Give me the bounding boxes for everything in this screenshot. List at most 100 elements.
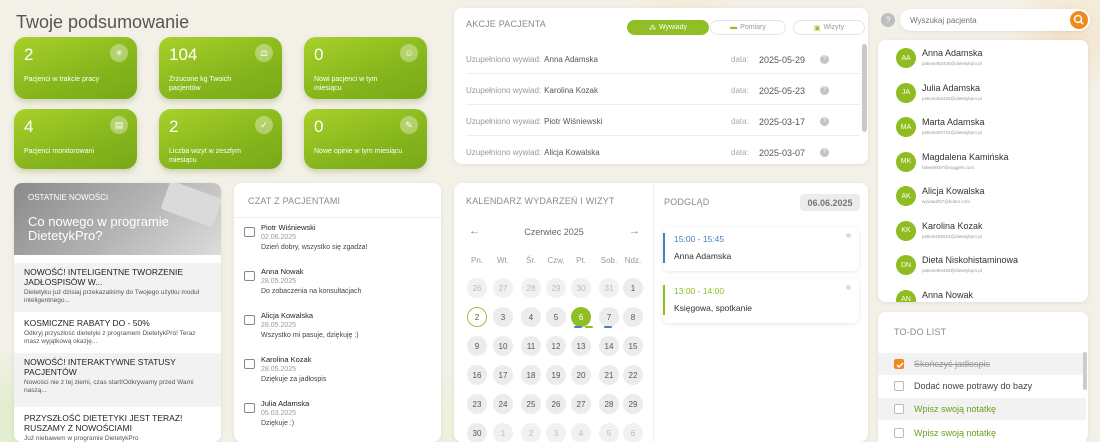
calendar-day[interactable]: 18	[521, 365, 541, 385]
info-icon[interactable]: ?	[820, 55, 829, 64]
info-icon[interactable]: ?	[820, 86, 829, 95]
action-row[interactable]: Uzupełniono wywiad: Karolina Kozak data: 20…	[466, 77, 860, 105]
summary-tile[interactable]: 0 Nowe opinie w tym miesiącu ✎	[304, 109, 427, 169]
calendar-day[interactable]: 3	[546, 423, 566, 442]
todo-item[interactable]: Dodać nowe potrawy do bazy	[878, 375, 1086, 397]
calendar-day[interactable]: 4	[571, 423, 591, 442]
calendar-day[interactable]: 7	[599, 307, 619, 327]
calendar-day[interactable]: 28	[599, 394, 619, 414]
patient-item[interactable]: MK Magdalena Kamińska fakeie9197@suggets.c…	[896, 150, 1086, 174]
calendar-day[interactable]: 10	[493, 336, 513, 356]
patient-item[interactable]: AK Alicja Kowalska wywiad257@kobro.com	[896, 184, 1086, 208]
info-icon[interactable]: ?	[820, 148, 829, 157]
preview-event[interactable]: 13:00 - 14:00 Księgowa, spotkanie	[663, 279, 859, 323]
patient-email: patient462436@dietetykpro.pl	[922, 61, 982, 66]
tab-pomiary[interactable]: ▬ Pomiary	[710, 20, 786, 35]
avatar: DN	[896, 255, 916, 275]
preview-event[interactable]: 15:00 - 15:45 Anna Adamska	[663, 227, 859, 271]
actions-scrollbar[interactable]	[862, 44, 867, 132]
help-icon[interactable]: ?	[881, 13, 895, 27]
chat-item[interactable]: Alicja Kowalska 28.05.2025 Wszystko mi pas…	[244, 311, 424, 354]
news-item[interactable]: PRZYSZŁOŚĆ DIETETYKI JEST TERAZ! RUSZAMY…	[14, 409, 221, 442]
action-row[interactable]: Uzupełniono wywiad: Piotr Wiśniewski data:…	[466, 108, 860, 136]
todo-checkbox[interactable]	[894, 381, 904, 391]
summary-tile[interactable]: 2 Pacjenci w trakcie pracy ✳	[14, 37, 137, 99]
calendar-day[interactable]: 1	[623, 278, 643, 298]
calendar-day[interactable]: 15	[623, 336, 643, 356]
calendar-day[interactable]: 2	[521, 423, 541, 442]
patient-name: Magdalena Kamińska	[922, 151, 1009, 162]
calendar-day[interactable]: 21	[599, 365, 619, 385]
search-button[interactable]	[1070, 11, 1088, 29]
chat-item[interactable]: Karolina Kozak 28.05.2025 Dziękuje za jadł…	[244, 355, 424, 398]
calendar-day[interactable]: 11	[521, 336, 541, 356]
summary-tile[interactable]: 104 Zrzucone kg Twoich pacjentów ⚖	[159, 37, 282, 99]
calendar-day[interactable]: 6	[571, 307, 591, 327]
calendar-day[interactable]: 1	[493, 423, 513, 442]
calendar-day[interactable]: 25	[521, 394, 541, 414]
calendar-day[interactable]: 27	[571, 394, 591, 414]
calendar-day[interactable]: 13	[571, 336, 591, 356]
patient-item[interactable]: KK Karolina Kozak patient185623@dietetykpr…	[896, 219, 1086, 243]
calendar-day[interactable]: 19	[546, 365, 566, 385]
todo-scrollbar[interactable]	[1083, 352, 1087, 390]
calendar-day[interactable]: 2	[467, 307, 487, 327]
calendar-day[interactable]: 6	[623, 423, 643, 442]
calendar-day[interactable]: 23	[467, 394, 487, 414]
calendar-day[interactable]: 30	[571, 278, 591, 298]
news-hero[interactable]: OSTATNIE NOWOŚCI Co nowego w programie D…	[14, 183, 221, 255]
calendar-day[interactable]: 31	[599, 278, 619, 298]
next-month-button[interactable]: →	[629, 225, 640, 237]
todo-item[interactable]: Wpisz swoją notatkę	[878, 398, 1086, 420]
calendar-day[interactable]: 4	[521, 307, 541, 327]
action-row[interactable]: Uzupełniono wywiad: Anna Adamska data: 2025…	[466, 46, 860, 74]
chat-item[interactable]: Julia Adamska 05.03.2025 Dziękuje :)	[244, 399, 424, 442]
news-item[interactable]: KOSMICZNE RABATY DO - 50% Odkryj przyszło…	[14, 314, 221, 351]
patient-item[interactable]: AA Anna Adamska patient462436@dietetykpro.…	[896, 46, 1086, 70]
page-title: Twoje podsumowanie	[16, 12, 190, 32]
calendar-day[interactable]: 27	[493, 278, 513, 298]
calendar-day[interactable]: 5	[599, 423, 619, 442]
calendar-day[interactable]: 16	[467, 365, 487, 385]
calendar-day[interactable]: 3	[493, 307, 513, 327]
action-date-label: data:	[731, 86, 749, 95]
summary-tile[interactable]: 4 Pacjenci monitorowani ▤	[14, 109, 137, 169]
news-item[interactable]: NOWOŚĆ! INTERAKTYWNE STATUSY PACJENTÓW No…	[14, 353, 221, 407]
calendar-day[interactable]: 30	[467, 423, 487, 442]
chat-item[interactable]: Anna Nowak 28.05.2025 Do zobaczenia na kon…	[244, 267, 424, 310]
calendar-day[interactable]: 28	[521, 278, 541, 298]
patient-item[interactable]: DN Dieta Niskohistaminowa patient494483@di…	[896, 253, 1086, 277]
calendar-day[interactable]: 26	[467, 278, 487, 298]
todo-item[interactable]: Wpisz swoją notatkę	[878, 422, 1086, 442]
action-row[interactable]: Uzupełniono wywiad: Alicja Kowalska data: 2…	[466, 139, 860, 167]
calendar-day[interactable]: 9	[467, 336, 487, 356]
measure-icon: ▬	[730, 24, 738, 31]
tab-wywiady[interactable]: ⁂ Wywiady	[627, 20, 709, 35]
calendar-day[interactable]: 29	[546, 278, 566, 298]
todo-checkbox[interactable]	[894, 359, 904, 369]
patient-item[interactable]: JA Julia Adamska patient462435@dietetykpro…	[896, 81, 1086, 105]
calendar-day[interactable]: 22	[623, 365, 643, 385]
calendar-day[interactable]: 12	[546, 336, 566, 356]
todo-checkbox[interactable]	[894, 428, 904, 438]
info-icon[interactable]: ?	[820, 117, 829, 126]
calendar-day[interactable]: 8	[623, 307, 643, 327]
patient-item[interactable]: AN Anna Nowak	[896, 288, 1086, 302]
calendar-day[interactable]: 14	[599, 336, 619, 356]
search-input[interactable]	[910, 13, 1060, 27]
todo-checkbox[interactable]	[894, 404, 904, 414]
calendar-day[interactable]: 29	[623, 394, 643, 414]
calendar-day[interactable]: 24	[493, 394, 513, 414]
calendar-day[interactable]: 20	[571, 365, 591, 385]
news-item[interactable]: NOWOŚĆ! INTELIGENTNE TWORZENIE JADŁOSPIS…	[14, 263, 221, 312]
calendar-day[interactable]: 17	[493, 365, 513, 385]
todo-item[interactable]: Skończyć jadłospis	[878, 353, 1086, 375]
summary-tile[interactable]: 0 Nowi pacjenci w tym miesiącu ☺	[304, 37, 427, 99]
chat-item[interactable]: Piotr Wiśniewski 02.06.2025 Dzień dobry, w…	[244, 223, 424, 266]
tab-wizyty[interactable]: ▣ Wizyty	[793, 20, 865, 35]
patient-item[interactable]: MA Marta Adamska patient420722@dietetykpro…	[896, 115, 1086, 139]
summary-tile[interactable]: 2 Liczba wizyt w zeszłym miesiącu ✓	[159, 109, 282, 169]
calendar-day[interactable]: 5	[546, 307, 566, 327]
calendar-day[interactable]: 26	[546, 394, 566, 414]
avatar: MK	[896, 151, 916, 172]
